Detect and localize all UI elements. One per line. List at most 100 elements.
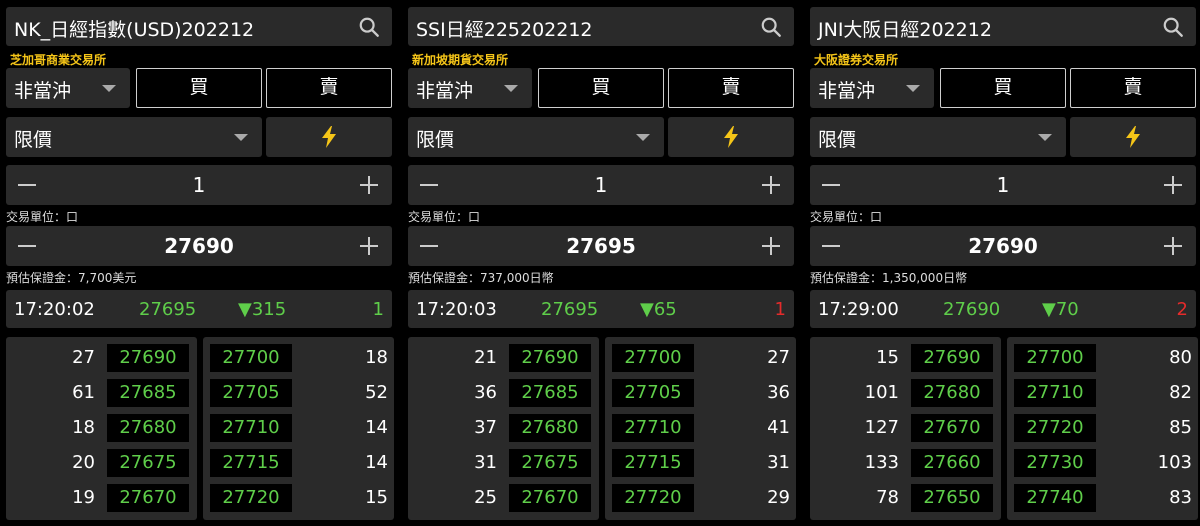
bid-price[interactable]: 27680 <box>509 414 591 442</box>
search-icon[interactable] <box>1162 16 1184 38</box>
bid-price[interactable]: 27675 <box>509 449 591 477</box>
ask-row[interactable]: 85 27720 <box>1007 414 1198 442</box>
bid-row[interactable]: 78 27650 <box>810 484 1001 512</box>
bid-price[interactable]: 27670 <box>509 484 591 512</box>
plus-icon[interactable] <box>770 176 772 194</box>
bid-row[interactable]: 133 27660 <box>810 449 1001 477</box>
quantity-value[interactable]: 1 <box>408 173 794 197</box>
ask-row[interactable]: 80 27700 <box>1007 344 1198 372</box>
ask-price[interactable]: 27730 <box>1014 449 1096 477</box>
price-value[interactable]: 27690 <box>6 234 392 258</box>
bid-price[interactable]: 27670 <box>107 484 189 512</box>
bid-quantity: 18 <box>72 417 95 438</box>
ask-row[interactable]: 36 27705 <box>605 379 796 407</box>
bid-row[interactable]: 15 27690 <box>810 344 1001 372</box>
order-type-dropdown[interactable]: 非當沖 <box>6 68 130 108</box>
bid-price[interactable]: 27690 <box>107 344 189 372</box>
buy-button[interactable]: 買 <box>136 68 262 108</box>
ask-price[interactable]: 27715 <box>210 449 292 477</box>
ask-price[interactable]: 27700 <box>1014 344 1096 372</box>
quantity-value[interactable]: 1 <box>6 173 392 197</box>
price-type-dropdown[interactable]: 限價 <box>6 117 262 157</box>
price-type-dropdown[interactable]: 限價 <box>408 117 664 157</box>
bid-book: 15 27690 101 27680 127 27670 133 27660 78 27650 <box>810 337 1001 520</box>
ask-price[interactable]: 27720 <box>210 484 292 512</box>
ask-price[interactable]: 27705 <box>612 379 694 407</box>
price-value[interactable]: 27695 <box>408 234 794 258</box>
bid-price[interactable]: 27650 <box>911 484 993 512</box>
contract-search-box[interactable]: JNI大阪日經202212 <box>810 7 1196 46</box>
ask-row[interactable]: 103 27730 <box>1007 449 1198 477</box>
price-value[interactable]: 27690 <box>810 234 1196 258</box>
search-icon[interactable] <box>760 16 782 38</box>
plus-icon[interactable] <box>1172 176 1174 194</box>
ask-price[interactable]: 27740 <box>1014 484 1096 512</box>
bid-row[interactable]: 31 27675 <box>408 449 599 477</box>
bid-row[interactable]: 18 27680 <box>6 414 197 442</box>
ask-price[interactable]: 27700 <box>210 344 292 372</box>
ask-row[interactable]: 52 27705 <box>203 379 394 407</box>
bid-row[interactable]: 37 27680 <box>408 414 599 442</box>
bid-row[interactable]: 21 27690 <box>408 344 599 372</box>
search-icon[interactable] <box>358 16 380 38</box>
ask-row[interactable]: 14 27715 <box>203 449 394 477</box>
ask-row[interactable]: 31 27715 <box>605 449 796 477</box>
quantity-value[interactable]: 1 <box>810 173 1196 197</box>
sell-button[interactable]: 賣 <box>668 68 794 108</box>
quote-panel: JNI大阪日經202212 大阪證券交易所 非當沖 買 賣 限價 1 交易單位：… <box>810 0 1198 526</box>
ask-price[interactable]: 27720 <box>1014 414 1096 442</box>
bid-price[interactable]: 27690 <box>911 344 993 372</box>
bid-row[interactable]: 25 27670 <box>408 484 599 512</box>
buy-button[interactable]: 買 <box>940 68 1066 108</box>
ask-row[interactable]: 27 27700 <box>605 344 796 372</box>
ask-row[interactable]: 82 27710 <box>1007 379 1198 407</box>
bid-row[interactable]: 19 27670 <box>6 484 197 512</box>
ask-price[interactable]: 27700 <box>612 344 694 372</box>
plus-icon[interactable] <box>770 237 772 255</box>
quick-order-button[interactable] <box>1070 117 1196 157</box>
bid-price[interactable]: 27675 <box>107 449 189 477</box>
ask-row[interactable]: 15 27720 <box>203 484 394 512</box>
bid-price[interactable]: 27680 <box>911 379 993 407</box>
ask-row[interactable]: 18 27700 <box>203 344 394 372</box>
quick-order-button[interactable] <box>668 117 794 157</box>
ask-price[interactable]: 27715 <box>612 449 694 477</box>
ask-price[interactable]: 27705 <box>210 379 292 407</box>
ask-price[interactable]: 27710 <box>1014 379 1096 407</box>
sell-button[interactable]: 賣 <box>1070 68 1196 108</box>
order-type-dropdown[interactable]: 非當沖 <box>810 68 934 108</box>
ask-price[interactable]: 27720 <box>612 484 694 512</box>
ask-price[interactable]: 27710 <box>210 414 292 442</box>
ask-row[interactable]: 29 27720 <box>605 484 796 512</box>
quick-order-button[interactable] <box>266 117 392 157</box>
plus-icon[interactable] <box>1172 237 1174 255</box>
sell-button[interactable]: 賣 <box>266 68 392 108</box>
bid-price[interactable]: 27680 <box>107 414 189 442</box>
bid-row[interactable]: 27 27690 <box>6 344 197 372</box>
contract-search-box[interactable]: NK_日經指數(USD)202212 <box>6 7 392 46</box>
bid-row[interactable]: 127 27670 <box>810 414 1001 442</box>
plus-icon[interactable] <box>368 176 370 194</box>
ask-quantity: 103 <box>1157 452 1192 473</box>
bid-price[interactable]: 27690 <box>509 344 591 372</box>
plus-icon[interactable] <box>368 237 370 255</box>
bid-row[interactable]: 36 27685 <box>408 379 599 407</box>
trade-time: 17:20:02 <box>14 299 95 320</box>
order-type-dropdown[interactable]: 非當沖 <box>408 68 532 108</box>
bid-price[interactable]: 27660 <box>911 449 993 477</box>
bid-row[interactable]: 101 27680 <box>810 379 1001 407</box>
last-price: 27690 <box>943 299 1001 320</box>
bid-price[interactable]: 27685 <box>107 379 189 407</box>
bid-price[interactable]: 27670 <box>911 414 993 442</box>
ask-row[interactable]: 14 27710 <box>203 414 394 442</box>
ask-row[interactable]: 83 27740 <box>1007 484 1198 512</box>
ask-price[interactable]: 27710 <box>612 414 694 442</box>
bid-price[interactable]: 27685 <box>509 379 591 407</box>
price-type-dropdown[interactable]: 限價 <box>810 117 1066 157</box>
buy-button[interactable]: 買 <box>538 68 664 108</box>
bid-row[interactable]: 20 27675 <box>6 449 197 477</box>
contract-search-box[interactable]: SSI日經225202212 <box>408 7 794 46</box>
ask-row[interactable]: 41 27710 <box>605 414 796 442</box>
bid-row[interactable]: 61 27685 <box>6 379 197 407</box>
ask-quantity: 82 <box>1169 382 1192 403</box>
